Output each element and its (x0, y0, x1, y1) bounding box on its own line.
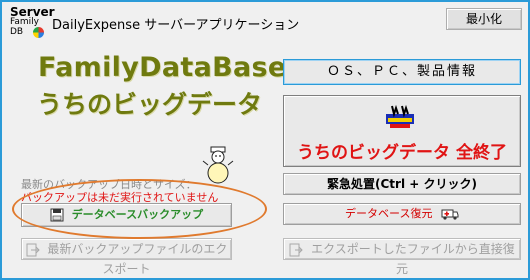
export-icon (26, 243, 40, 256)
database-restore-button[interactable]: データベース復元 (283, 203, 521, 225)
shutdown-all-label: うちのビッグデータ 全終了 (297, 143, 507, 163)
brand-title: FamilyDataBase (38, 52, 287, 83)
snowman-icon (202, 146, 234, 184)
export-latest-backup-label: 最新バックアップファイルのエクスポート (47, 242, 228, 276)
os-pc-product-info-button[interactable]: ＯＳ、ＰＣ、製品情報 (283, 59, 521, 85)
app-icon-line-2: Family (10, 17, 39, 27)
brand-subtitle: うちのビッグデータ (37, 90, 263, 119)
export-latest-backup-button[interactable]: 最新バックアップファイルのエクスポート (21, 238, 232, 276)
database-backup-button[interactable]: データベースバックアップ (21, 203, 232, 227)
restore-from-exported-file-label: エクスポートしたファイルから直接復元 (311, 242, 515, 276)
title-bar: Server Family DB DailyExpense サーバーアプリケーシ… (2, 2, 528, 42)
app-icon: Server Family DB (10, 6, 55, 38)
save-icon (50, 208, 64, 222)
app-logo-dot-icon (33, 27, 44, 38)
emergency-button[interactable]: 緊急処置(Ctrl + クリック) (283, 173, 521, 195)
bigdata-exit-icon (386, 104, 414, 128)
app-icon-line-1: Server (10, 5, 55, 19)
import-icon (289, 243, 303, 256)
shutdown-all-button[interactable]: うちのビッグデータ 全終了 (283, 95, 521, 167)
minimize-button[interactable]: 最小化 (446, 8, 522, 30)
window-title: DailyExpense サーバーアプリケーション (52, 18, 300, 33)
ambulance-icon (441, 209, 459, 220)
restore-from-exported-file-button[interactable]: エクスポートしたファイルから直接復元 (283, 238, 521, 276)
app-icon-line-3: DB (10, 27, 24, 37)
database-backup-label: データベースバックアップ (71, 208, 204, 221)
app-window: Server Family DB DailyExpense サーバーアプリケーシ… (0, 0, 530, 280)
database-restore-label: データベース復元 (345, 207, 433, 220)
